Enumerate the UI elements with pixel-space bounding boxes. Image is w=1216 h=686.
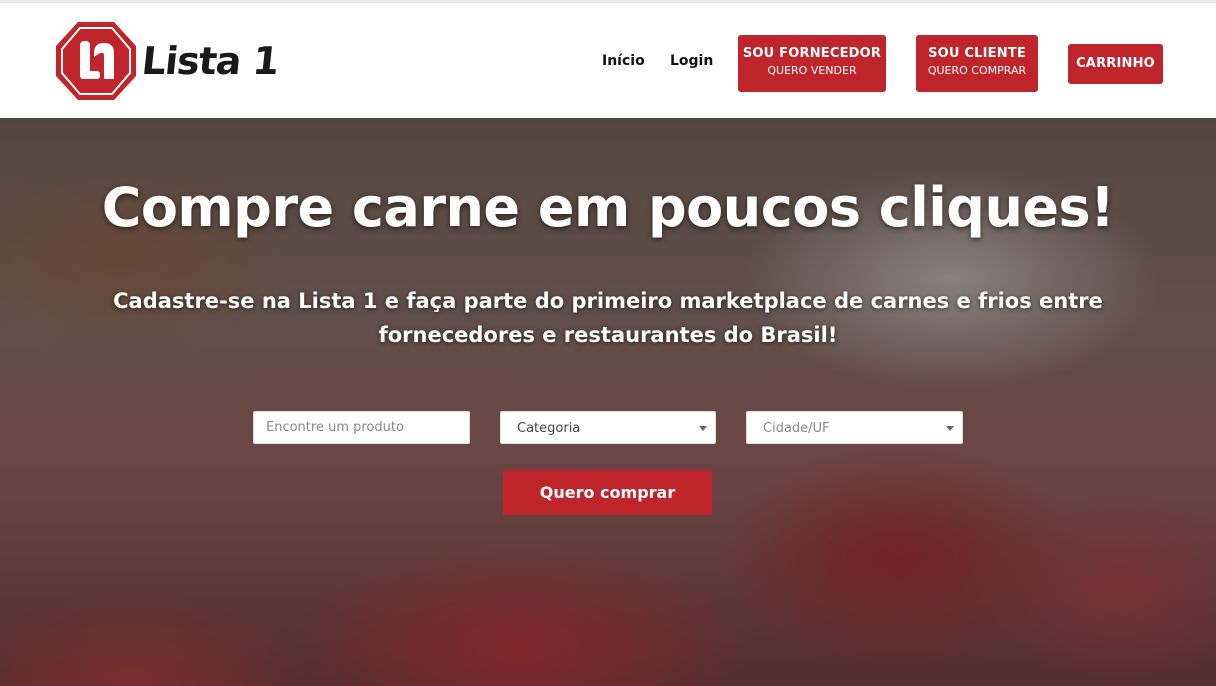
cidade-uf-select-value: Cidade/UF [763,421,830,436]
hero-section: Compre carne em poucos cliques! Cadastre… [0,118,1216,686]
sou-fornecedor-label: SOU FORNECEDOR [742,46,882,61]
sou-cliente-label: SOU CLIENTE [928,46,1026,61]
logo[interactable]: Lista 1 [54,19,281,103]
product-search-input[interactable] [253,411,470,444]
nav-inicio-link[interactable]: Início [602,53,645,69]
logo-text: Lista 1 [139,39,281,83]
dropdown-caret-icon [699,426,707,431]
dropdown-caret-icon [946,426,954,431]
categoria-select[interactable]: Categoria [500,411,716,444]
quero-comprar-label: QUERO COMPRAR [927,64,1027,77]
quero-comprar-button[interactable]: Quero comprar [503,470,712,515]
carrinho-button[interactable]: CARRINHO [1068,44,1163,84]
sou-fornecedor-button[interactable]: SOU FORNECEDOR QUERO VENDER [738,35,886,92]
categoria-select-value: Categoria [517,421,581,436]
cidade-uf-select[interactable]: Cidade/UF [746,411,963,444]
nav-login-link[interactable]: Login [670,53,713,69]
quero-vender-label: QUERO VENDER [767,64,857,77]
carrinho-label: CARRINHO [1076,56,1155,71]
sou-cliente-button[interactable]: SOU CLIENTE QUERO COMPRAR [916,35,1038,92]
hero-subtitle: Cadastre-se na Lista 1 e faça parte do p… [113,289,1103,347]
hero-title: Compre carne em poucos cliques! [101,176,1115,239]
site-header: Lista 1 Início Login SOU FORNECEDOR QUER… [0,3,1216,118]
logo-badge-icon [56,22,136,100]
